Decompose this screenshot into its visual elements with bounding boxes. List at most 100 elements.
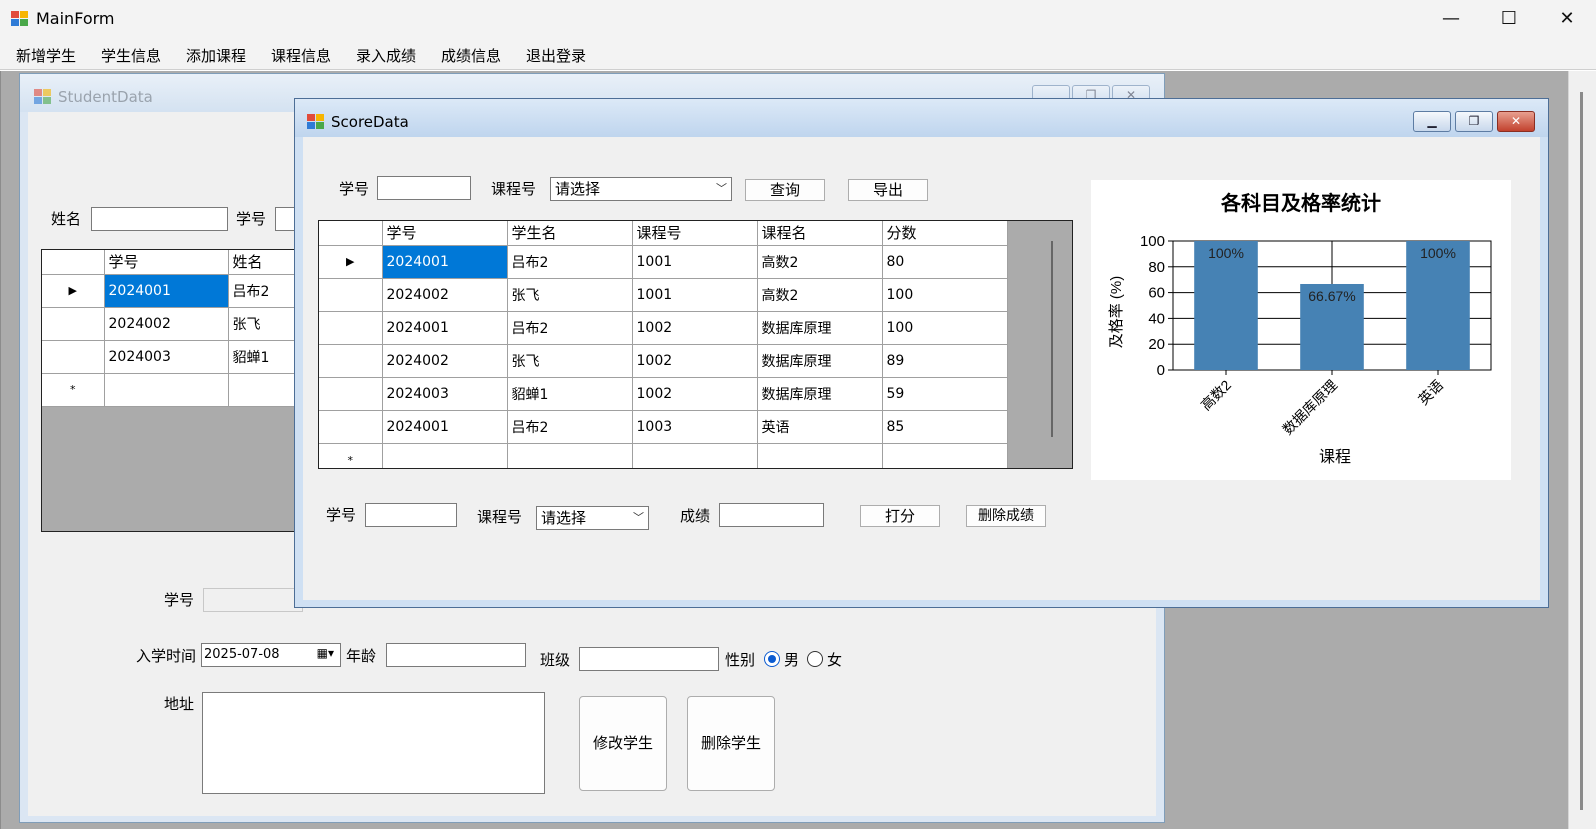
gender-male-radio[interactable] bbox=[764, 651, 780, 667]
query-course-select-value: 请选择 bbox=[555, 180, 601, 198]
entry-course-select[interactable]: 请选择 ﹀ bbox=[536, 506, 649, 530]
menu-add-student[interactable]: 新增学生 bbox=[16, 45, 76, 66]
student-window-title: StudentData bbox=[58, 88, 153, 106]
cell-student-name[interactable]: 吕布2 bbox=[507, 410, 633, 444]
menu-enter-scores[interactable]: 录入成绩 bbox=[356, 45, 416, 66]
cell-score[interactable]: 100 bbox=[882, 311, 1008, 345]
table-row[interactable]: 2024001 吕布2 1002 数据库原理 100 bbox=[319, 311, 1008, 345]
calendar-dropdown-icon[interactable]: ▦▾ bbox=[317, 646, 334, 660]
cell-student-id[interactable]: 2024001 bbox=[382, 410, 508, 444]
query-id-input[interactable] bbox=[377, 176, 471, 200]
menu-logout[interactable]: 退出登录 bbox=[526, 45, 586, 66]
cell-student-id[interactable]: 2024003 bbox=[382, 377, 508, 411]
cell-student-id[interactable]: 2024003 bbox=[104, 340, 229, 374]
delete-score-button[interactable]: 删除成绩 bbox=[966, 505, 1046, 527]
minimize-button[interactable]: — bbox=[1422, 0, 1480, 38]
column-header-name[interactable]: 姓名 bbox=[228, 250, 303, 275]
table-row[interactable]: 2024003 貂蝉1 bbox=[42, 340, 303, 374]
new-row[interactable]: * bbox=[42, 373, 303, 407]
cell-student-name[interactable]: 张飞 bbox=[507, 278, 633, 312]
cell-course-id[interactable]: 1001 bbox=[632, 245, 758, 279]
minimize-icon: — bbox=[1442, 8, 1460, 29]
mdi-scrollbar-thumb[interactable] bbox=[1580, 92, 1583, 810]
score-restore-button[interactable]: ❐ bbox=[1455, 111, 1493, 132]
cell-student-name[interactable]: 吕布2 bbox=[507, 311, 633, 345]
menu-student-info[interactable]: 学生信息 bbox=[101, 45, 161, 66]
maximize-button[interactable]: ☐ bbox=[1480, 0, 1538, 38]
table-row[interactable]: ▶ 2024001 吕布2 bbox=[42, 274, 303, 308]
cell-course-id[interactable]: 1002 bbox=[632, 377, 758, 411]
cell-name[interactable]: 吕布2 bbox=[228, 274, 303, 308]
cell-course-name[interactable]: 数据库原理 bbox=[757, 344, 883, 378]
score-grid[interactable]: 学号 学生名 课程号 课程名 分数 ▶ 2024001 吕布2 1001 高数2… bbox=[318, 220, 1073, 469]
cell-course-id[interactable]: 1001 bbox=[632, 278, 758, 312]
close-button[interactable]: ✕ bbox=[1538, 0, 1596, 38]
cell-student-name[interactable]: 吕布2 bbox=[507, 245, 633, 279]
class-field[interactable] bbox=[579, 647, 719, 671]
grid-vertical-scrollbar[interactable] bbox=[1051, 241, 1053, 437]
cell-student-id[interactable]: 2024002 bbox=[382, 278, 508, 312]
assign-score-button[interactable]: 打分 bbox=[860, 505, 940, 527]
score-minimize-button[interactable]: ▁ bbox=[1413, 111, 1451, 132]
cell-course-id[interactable]: 1003 bbox=[632, 410, 758, 444]
table-row[interactable]: 2024002 张飞 1002 数据库原理 89 bbox=[319, 344, 1008, 378]
export-button[interactable]: 导出 bbox=[848, 179, 928, 201]
delete-student-button[interactable]: 删除学生 bbox=[687, 696, 775, 791]
cell-course-name[interactable]: 高数2 bbox=[757, 278, 883, 312]
gender-female-radio[interactable] bbox=[807, 651, 823, 667]
cell-course-name[interactable]: 高数2 bbox=[757, 245, 883, 279]
row-indicator-icon: ▶ bbox=[319, 245, 383, 279]
cell-name[interactable]: 貂蝉1 bbox=[228, 340, 303, 374]
column-header-student-name[interactable]: 学生名 bbox=[507, 221, 633, 246]
menu-course-info[interactable]: 课程信息 bbox=[271, 45, 331, 66]
main-titlebar: MainForm — ☐ ✕ bbox=[0, 0, 1596, 38]
cell-student-id[interactable]: 2024001 bbox=[382, 245, 508, 279]
menu-score-info[interactable]: 成绩信息 bbox=[441, 45, 501, 66]
cell-student-name[interactable]: 张飞 bbox=[507, 344, 633, 378]
cell-score[interactable]: 100 bbox=[882, 278, 1008, 312]
cell-name[interactable]: 张飞 bbox=[228, 307, 303, 341]
enroll-date-picker[interactable]: 2025-07-08 ▦▾ bbox=[201, 643, 341, 667]
age-field[interactable] bbox=[386, 643, 526, 667]
address-field[interactable] bbox=[202, 692, 545, 794]
cell-course-name[interactable]: 英语 bbox=[757, 410, 883, 444]
query-course-select[interactable]: 请选择 ﹀ bbox=[550, 177, 732, 201]
cell-student-id[interactable]: 2024002 bbox=[382, 344, 508, 378]
cell-score[interactable]: 80 bbox=[882, 245, 1008, 279]
minimize-icon: ▁ bbox=[1427, 114, 1437, 128]
column-header-student-id[interactable]: 学号 bbox=[382, 221, 508, 246]
edit-student-button[interactable]: 修改学生 bbox=[579, 696, 667, 791]
column-header-score[interactable]: 分数 bbox=[882, 221, 1008, 246]
cell-course-name[interactable]: 数据库原理 bbox=[757, 377, 883, 411]
cell-score[interactable]: 89 bbox=[882, 344, 1008, 378]
cell-score[interactable]: 85 bbox=[882, 410, 1008, 444]
chevron-down-icon: ﹀ bbox=[633, 511, 644, 524]
score-window-titlebar: ScoreData ▁ ❐ ✕ bbox=[295, 99, 1548, 137]
menu-add-course[interactable]: 添加课程 bbox=[186, 45, 246, 66]
table-row[interactable]: 2024001 吕布2 1003 英语 85 bbox=[319, 410, 1008, 444]
cell-student-id[interactable]: 2024001 bbox=[104, 274, 229, 308]
cell-course-id[interactable]: 1002 bbox=[632, 344, 758, 378]
column-header-course-id[interactable]: 课程号 bbox=[632, 221, 758, 246]
entry-id-input[interactable] bbox=[365, 503, 457, 527]
student-grid[interactable]: 学号 姓名 ▶ 2024001 吕布2 2024002 张飞 2024003 貂… bbox=[41, 249, 304, 532]
new-row[interactable]: * bbox=[319, 443, 1008, 468]
cell-course-name[interactable]: 数据库原理 bbox=[757, 311, 883, 345]
score-label: 成绩 bbox=[680, 507, 711, 525]
table-row[interactable]: ▶ 2024001 吕布2 1001 高数2 80 bbox=[319, 245, 1008, 279]
cell-score[interactable]: 59 bbox=[882, 377, 1008, 411]
cell-student-name[interactable]: 貂蝉1 bbox=[507, 377, 633, 411]
table-row[interactable]: 2024003 貂蝉1 1002 数据库原理 59 bbox=[319, 377, 1008, 411]
name-search-input[interactable] bbox=[91, 207, 228, 231]
cell-student-id[interactable]: 2024002 bbox=[104, 307, 229, 341]
id-field[interactable] bbox=[203, 588, 303, 612]
cell-course-id[interactable]: 1002 bbox=[632, 311, 758, 345]
table-row[interactable]: 2024002 张飞 1001 高数2 100 bbox=[319, 278, 1008, 312]
query-button[interactable]: 查询 bbox=[745, 179, 825, 201]
column-header-course-name[interactable]: 课程名 bbox=[757, 221, 883, 246]
score-close-button[interactable]: ✕ bbox=[1497, 111, 1535, 132]
table-row[interactable]: 2024002 张飞 bbox=[42, 307, 303, 341]
column-header-student-id[interactable]: 学号 bbox=[104, 250, 229, 275]
score-input[interactable] bbox=[719, 503, 824, 527]
cell-student-id[interactable]: 2024001 bbox=[382, 311, 508, 345]
